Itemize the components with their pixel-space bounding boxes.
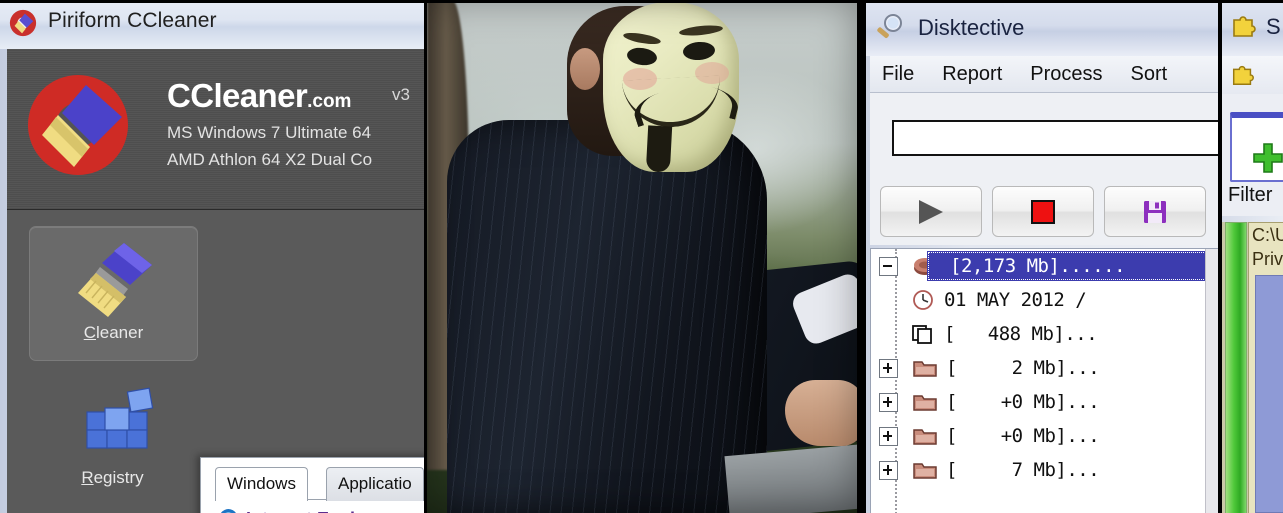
tree-row-label: [ 2 Mb]... [946,357,1100,379]
tree-row-folder[interactable]: [ 7 Mb]... [871,453,1218,487]
disktective-title: Disktective [918,15,1025,40]
treemap-tile[interactable]: C:\U Priv [1248,222,1283,513]
tree-row-label: [ +0 Mb]... [946,425,1100,447]
tree-row-folder[interactable]: [ 2 Mb]... [871,351,1218,385]
play-triangle-icon [919,199,943,224]
puzzle-piece-icon [1233,16,1256,37]
disktective-tree[interactable]: [2,173 Mb]...... 01 MAY 2012 / [488 Mb]… [870,248,1218,513]
stop-button[interactable] [992,186,1094,237]
green-plus-icon [1253,143,1283,173]
save-button[interactable] [1104,186,1206,237]
menu-sort[interactable]: Sort [1131,63,1168,86]
spacesniffer-titlebar[interactable]: S [1222,0,1283,56]
ccleaner-brand: CCleaner.com [167,77,351,115]
treemap-tile-subheader: Priv [1252,249,1283,269]
anonymous-mask-photo [424,0,860,513]
menu-process[interactable]: Process [1030,63,1102,86]
spacesniffer-menubar [1222,56,1283,95]
tree-row-label: [ +0 Mb]... [946,391,1100,413]
expand-plus-icon[interactable] [879,358,898,378]
stop-square-icon [1031,199,1055,224]
folder-icon [913,361,937,377]
tree-row-date[interactable]: 01 MAY 2012 / [871,283,1218,317]
menu-report[interactable]: Report [942,63,1002,86]
tree-scrollbar[interactable] [1205,249,1218,513]
broom-icon [77,243,152,317]
floppy-disk-icon [1144,200,1166,223]
expand-plus-icon[interactable] [879,392,898,412]
ccleaner-title: Piriform CCleaner [48,9,217,32]
ccleaner-big-logo-icon [27,75,128,175]
spacesniffer-window: S Filter C:\U Priv [1222,0,1283,513]
sidebar-item-cleaner[interactable]: Cleaner [29,226,198,361]
ccleaner-cpu-info: AMD Athlon 64 X2 Dual Co [167,150,373,169]
desktop-screenshot: Piriform CCleaner CCleaner.com v3 MS Win… [0,0,1283,513]
tree-row-root[interactable]: [2,173 Mb]...... [871,249,1218,283]
files-icon [912,325,932,344]
sidebar-item-registry[interactable]: Registry [29,372,196,505]
internet-explorer-icon [221,509,236,513]
photo-content [427,0,857,513]
sidebar-item-registry-label: Registry [81,468,144,487]
disktective-window: Disktective File Report Process Sort [2,… [866,0,1218,513]
ccleaner-body: CCleaner.com v3 MS Windows 7 Ultimate 64… [7,49,424,513]
clock-icon [913,290,933,310]
scan-button[interactable] [880,186,982,237]
tree-row-folder[interactable]: [ +0 Mb]... [871,419,1218,453]
top-edge [0,0,1283,3]
brand-name: CCleaner [167,77,308,114]
path-input[interactable] [892,120,1218,156]
tree-row-label: [ 488 Mb]... [944,323,1098,345]
ccleaner-version: v3 [392,85,410,104]
ccleaner-logo-icon [9,9,37,37]
ccleaner-header-banner: CCleaner.com v3 MS Windows 7 Ultimate 64… [7,49,424,210]
new-scan-button[interactable] [1230,112,1283,182]
group-internet-explorer: Internet Expl [217,508,355,513]
ccleaner-window: Piriform CCleaner CCleaner.com v3 MS Win… [0,0,424,513]
spacesniffer-toolbar: Filter [1222,94,1283,216]
brand-tld: .com [307,91,352,112]
disktective-menubar: File Report Process Sort [870,56,1218,93]
tree-row-label: 01 MAY 2012 / [944,289,1087,311]
ccleaner-options-panel: Windows Applicatio Internet Expl [200,457,424,513]
treemap-tile-body [1255,275,1283,513]
puzzle-piece-icon[interactable] [1230,62,1256,88]
spacesniffer-treemap[interactable]: C:\U Priv [1222,222,1283,513]
tab-applications[interactable]: Applicatio [326,467,424,501]
ccleaner-os-info: MS Windows 7 Ultimate 64 [167,123,372,142]
usage-bar [1225,222,1247,513]
spacesniffer-title: S [1266,14,1281,39]
tree-row-folder[interactable]: [ +0 Mb]... [871,385,1218,419]
collapse-minus-icon[interactable] [879,256,898,276]
disktective-path-area [870,93,1218,175]
disktective-titlebar[interactable]: Disktective [866,0,1218,56]
ccleaner-titlebar[interactable]: Piriform CCleaner [0,0,424,49]
window-seam-left [858,0,866,513]
folder-icon [913,463,937,479]
magnifier-icon [877,14,902,38]
disktective-toolbar [870,175,1218,245]
tree-row-label: [ 7 Mb]... [946,459,1100,481]
group-label: Internet Expl [246,509,355,513]
tree-row-files[interactable]: [ 488 Mb]... [871,317,1218,351]
menu-file[interactable]: File [882,63,914,86]
tree-row-label: [2,173 Mb]...... [950,255,1126,277]
photo-vignette [427,0,857,513]
sidebar-item-cleaner-label: Cleaner [83,323,144,342]
filter-label: Filter [1228,184,1273,206]
tab-windows[interactable]: Windows [215,467,308,501]
expand-plus-icon[interactable] [879,426,898,446]
folder-icon [913,395,937,411]
ccleaner-main-area: Cleaner Registry Windows Applicatio [7,210,424,513]
expand-plus-icon[interactable] [879,460,898,480]
registry-blocks-icon [85,387,153,449]
folder-icon [913,429,937,445]
window-seam-right [1218,0,1222,513]
treemap-tile-header: C:\U [1252,225,1283,245]
